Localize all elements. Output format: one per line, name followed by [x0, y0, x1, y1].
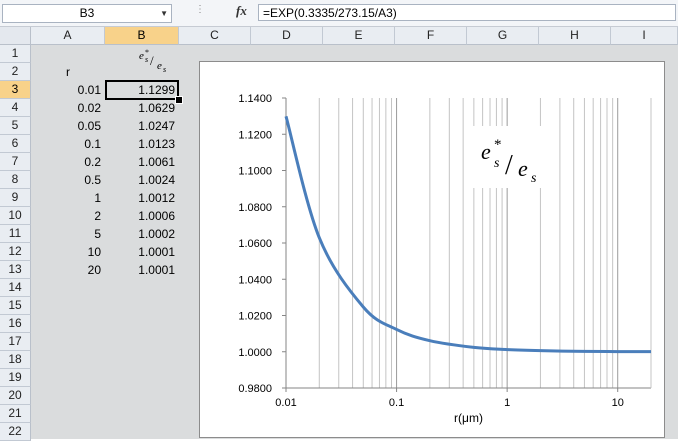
row-header-17[interactable]: 17: [0, 333, 31, 351]
select-all-corner[interactable]: [0, 27, 31, 45]
column-header-d[interactable]: D: [251, 27, 323, 45]
row-header-6[interactable]: 6: [0, 135, 31, 153]
cell-a4[interactable]: 0.02: [31, 99, 105, 117]
x-tick-label: 10: [612, 397, 624, 409]
chart-area[interactable]: 0.9800 1.0000 1.0200 1.0400 1.0600 1.0800 1.10…: [199, 61, 665, 438]
active-cell-border: [105, 80, 179, 100]
row-header-20[interactable]: 20: [0, 387, 31, 405]
column-header-b[interactable]: B: [105, 27, 179, 45]
cell-a10[interactable]: 2: [31, 207, 105, 225]
cell-b7[interactable]: 1.0061: [105, 153, 179, 171]
row-header-15[interactable]: 15: [0, 297, 31, 315]
name-box-value: B3: [80, 6, 95, 20]
cell-a3[interactable]: 0.01: [31, 81, 105, 99]
chevron-down-icon[interactable]: ▼: [160, 5, 168, 22]
cell-a11[interactable]: 5: [31, 225, 105, 243]
cell-b10[interactable]: 1.0006: [105, 207, 179, 225]
row-header-19[interactable]: 19: [0, 369, 31, 387]
series-line: [286, 116, 651, 351]
row-header-22[interactable]: 22: [0, 423, 31, 441]
row-header-7[interactable]: 7: [0, 153, 31, 171]
column-header-i[interactable]: I: [611, 27, 678, 45]
row-header-18[interactable]: 18: [0, 351, 31, 369]
column-header-g[interactable]: G: [467, 27, 539, 45]
cell-a5[interactable]: 0.05: [31, 117, 105, 135]
row-header-21[interactable]: 21: [0, 405, 31, 423]
formula-input[interactable]: =EXP(0.3335/273.15/A3): [258, 4, 676, 21]
name-box[interactable]: B3 ▼: [2, 4, 172, 23]
row-header-3[interactable]: 3: [0, 81, 31, 99]
row-header-9[interactable]: 9: [0, 189, 31, 207]
row-header-4[interactable]: 4: [0, 99, 31, 117]
cell-a6[interactable]: 0.1: [31, 135, 105, 153]
cell-b12[interactable]: 1.0001: [105, 243, 179, 261]
row-header-16[interactable]: 16: [0, 315, 31, 333]
insert-function-icon[interactable]: fx: [236, 3, 247, 19]
resize-handle-icon[interactable]: ⋮: [195, 4, 206, 15]
x-tick-label: 0.01: [275, 397, 296, 409]
es-ratio-header: e s * / e s: [105, 45, 179, 79]
row-header-1[interactable]: 1: [0, 45, 31, 63]
y-tick-label: 1.1400: [238, 93, 272, 105]
chart-title-glyph: s: [494, 156, 500, 171]
row-header-10[interactable]: 10: [0, 207, 31, 225]
cell-a12[interactable]: 10: [31, 243, 105, 261]
formula-bar: B3 ▼ ⋮ fx =EXP(0.3335/273.15/A3): [0, 0, 678, 27]
y-tick-label: 1.1000: [238, 166, 272, 178]
cell-a7[interactable]: 0.2: [31, 153, 105, 171]
cell-b6[interactable]: 1.0123: [105, 135, 179, 153]
row-header-5[interactable]: 5: [0, 117, 31, 135]
cell-a9[interactable]: 1: [31, 189, 105, 207]
chart-title-glyph: e: [481, 139, 491, 164]
y-tick-label: 1.0400: [238, 274, 272, 286]
cell-b8[interactable]: 1.0024: [105, 171, 179, 189]
x-tick-label: 0.1: [389, 397, 404, 409]
row-header-2[interactable]: 2: [0, 63, 31, 81]
chart-title-glyph: /: [505, 150, 513, 181]
column-header-e[interactable]: E: [323, 27, 395, 45]
row-header-12[interactable]: 12: [0, 243, 31, 261]
y-tick-label: 0.9800: [238, 383, 272, 395]
row-header-14[interactable]: 14: [0, 279, 31, 297]
column-header-h[interactable]: H: [539, 27, 611, 45]
svg-text:e: e: [157, 60, 162, 72]
cell-a13[interactable]: 20: [31, 261, 105, 279]
cell-a2-text: r: [66, 63, 70, 81]
header-num: e: [139, 50, 144, 62]
chart-title-glyph: *: [494, 137, 502, 153]
cell-b9[interactable]: 1.0012: [105, 189, 179, 207]
row-header-11[interactable]: 11: [0, 225, 31, 243]
cell-b2[interactable]: e s * / e s: [105, 45, 179, 81]
row-header-13[interactable]: 13: [0, 261, 31, 279]
cell-b4[interactable]: 1.0629: [105, 99, 179, 117]
cell-a2[interactable]: r: [31, 63, 105, 81]
row-header-8[interactable]: 8: [0, 171, 31, 189]
chart-title-glyph: s: [531, 171, 537, 186]
cell-b11[interactable]: 1.0002: [105, 225, 179, 243]
cell-b13[interactable]: 1.0001: [105, 261, 179, 279]
cell-b5[interactable]: 1.0247: [105, 117, 179, 135]
y-tick-label: 1.0600: [238, 238, 272, 250]
column-header-a[interactable]: A: [31, 27, 105, 45]
x-axis-label: r(μm): [454, 411, 483, 425]
x-tick-label: 1: [504, 397, 510, 409]
y-tick-label: 1.0800: [238, 202, 272, 214]
y-tick-label: 1.1200: [238, 129, 272, 141]
chart-svg: 0.9800 1.0000 1.0200 1.0400 1.0600 1.0800 1.10…: [200, 62, 666, 439]
y-tick-label: 1.0000: [238, 347, 272, 359]
svg-text:*: *: [145, 48, 149, 57]
chart-title-glyph: e: [518, 156, 528, 181]
column-header-f[interactable]: F: [395, 27, 467, 45]
y-tick-label: 1.0200: [238, 311, 272, 323]
fill-handle[interactable]: [175, 96, 183, 104]
cell-a8[interactable]: 0.5: [31, 171, 105, 189]
svg-text:s: s: [163, 65, 166, 74]
column-header-c[interactable]: C: [179, 27, 251, 45]
svg-text:/: /: [150, 53, 154, 68]
